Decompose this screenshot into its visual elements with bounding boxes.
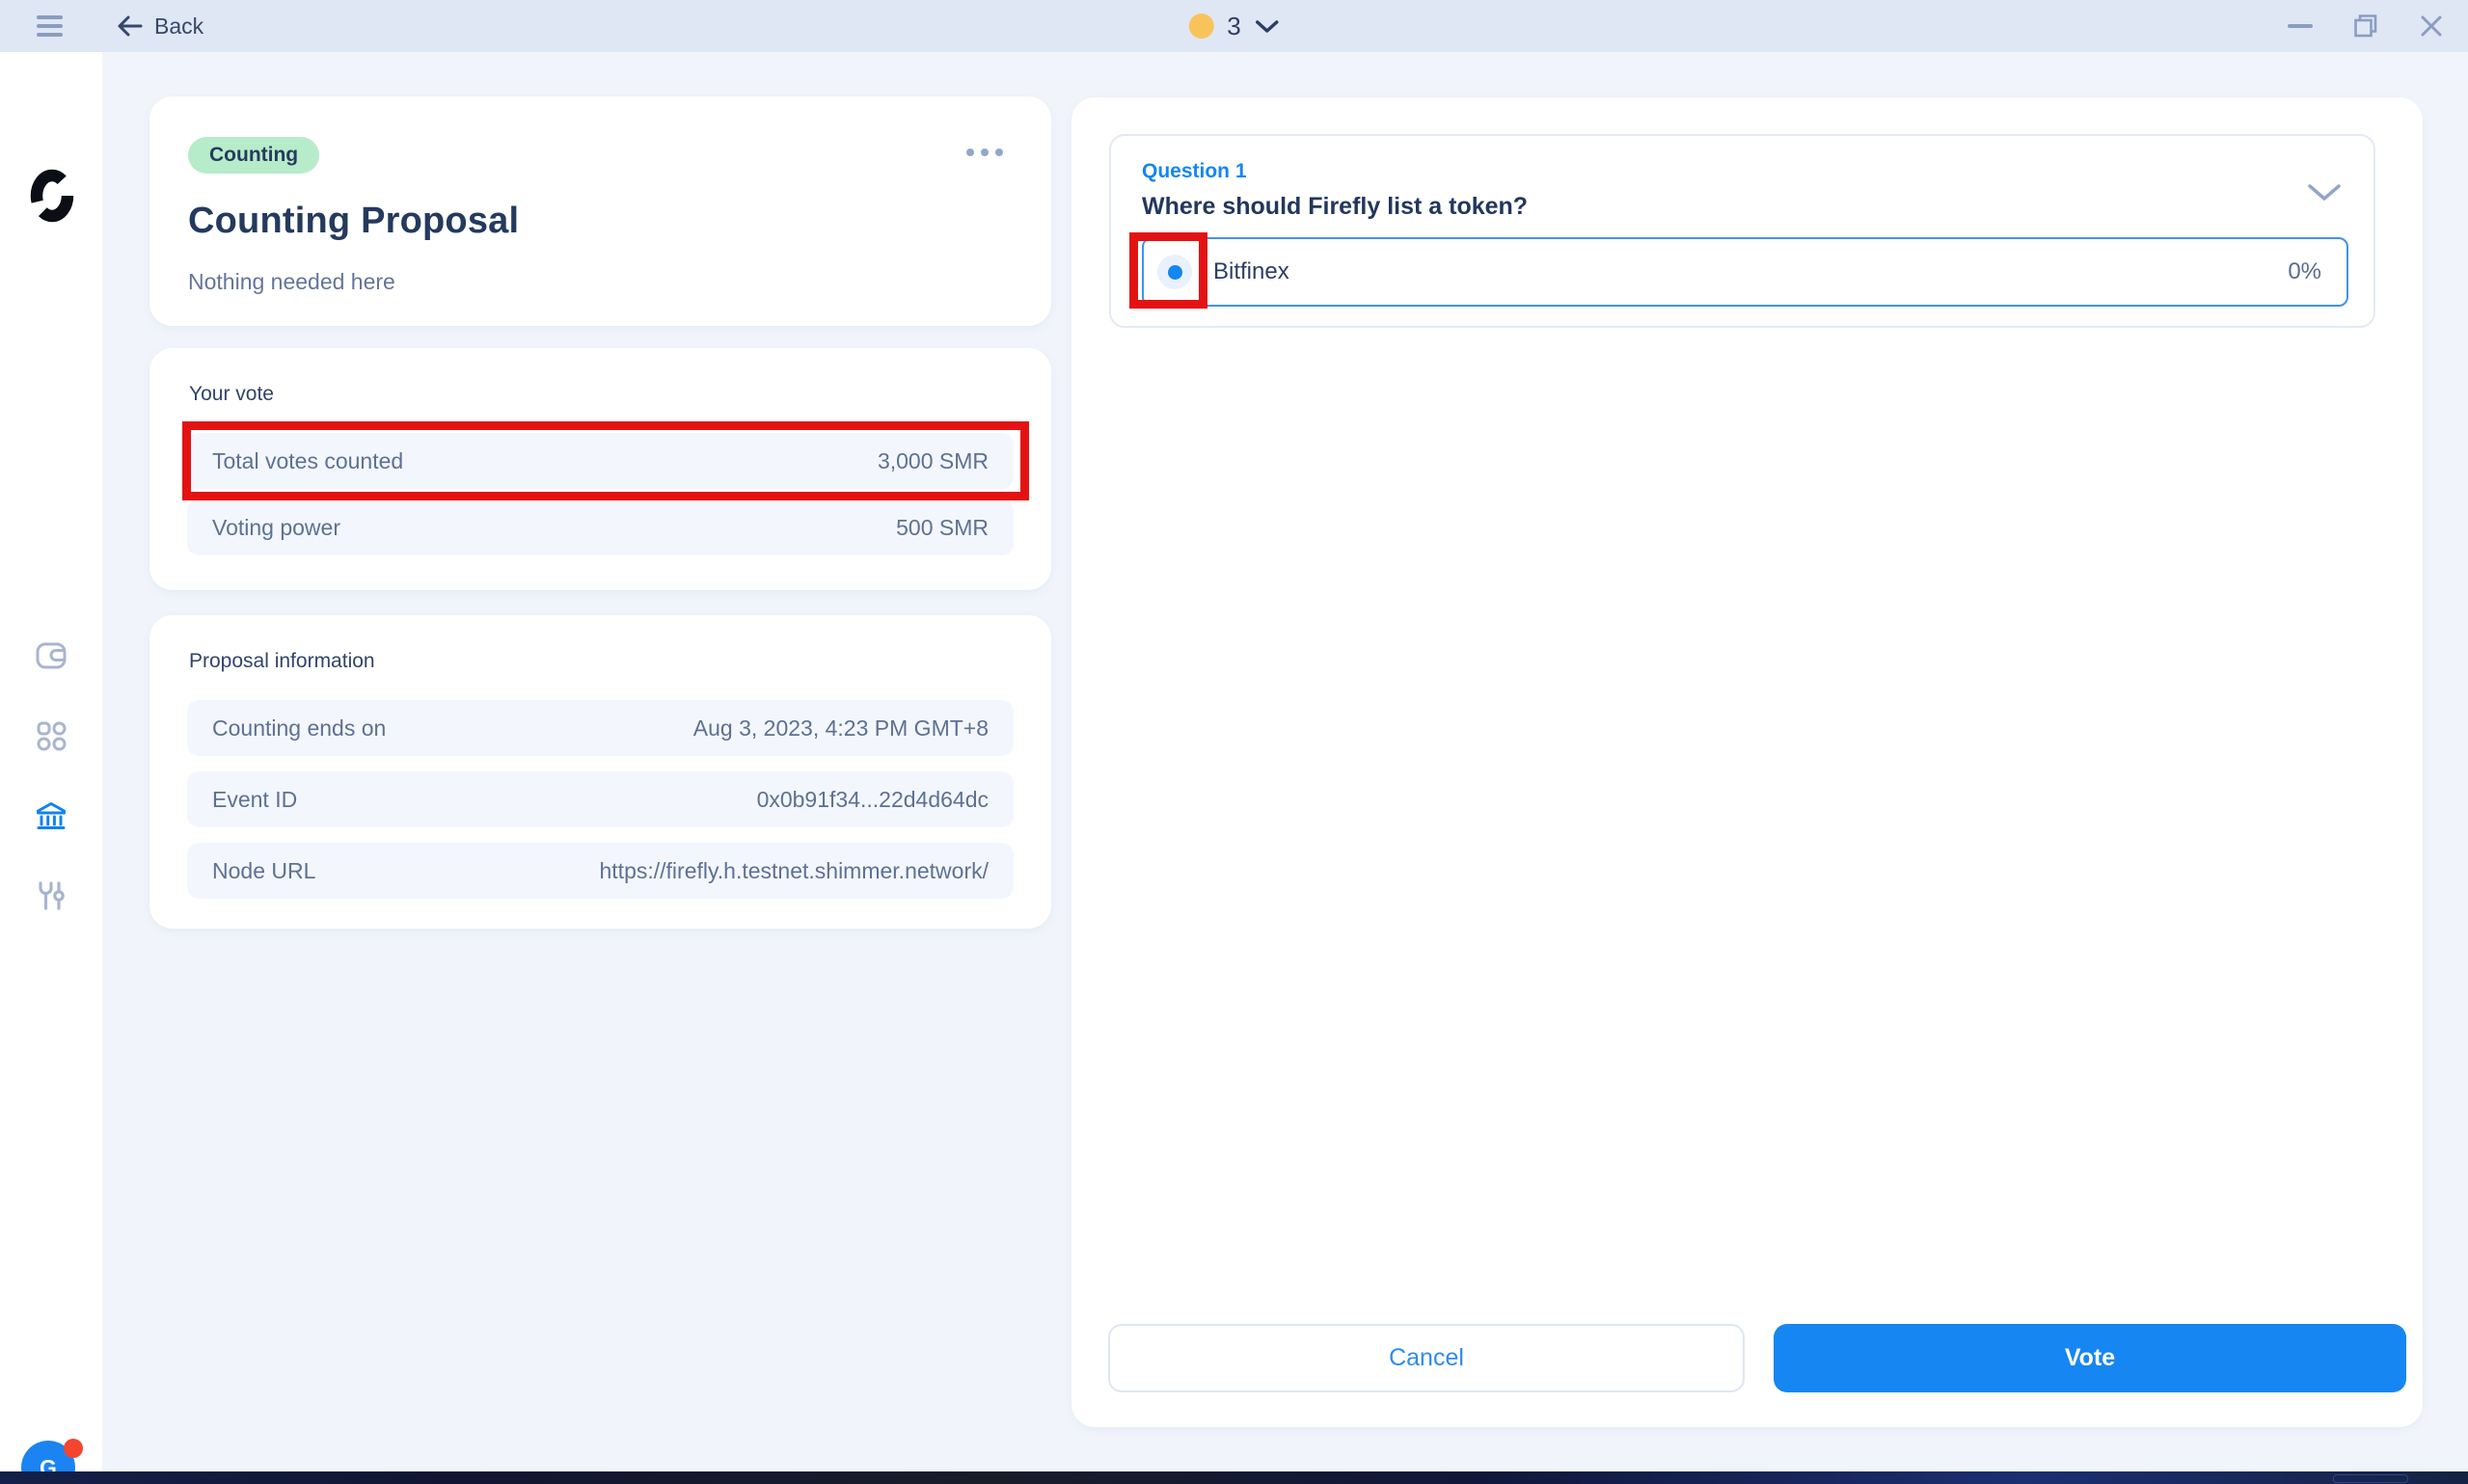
collapse-chevron-icon[interactable] xyxy=(2300,176,2348,209)
row-label: Voting power xyxy=(212,515,340,541)
more-options-button[interactable] xyxy=(963,145,1007,160)
close-button[interactable] xyxy=(2412,7,2451,45)
title-bar: Back 3 xyxy=(0,0,2468,52)
wallet-icon xyxy=(36,641,67,670)
shimmer-logo xyxy=(29,164,75,229)
proposal-summary-card: Counting Counting Proposal Nothing neede… xyxy=(149,96,1051,326)
total-votes-row: Total votes counted 3,000 SMR xyxy=(187,433,1014,489)
answer-option-bitfinex[interactable]: Bitfinex 0% xyxy=(1142,237,2348,307)
question-eyebrow: Question 1 xyxy=(1142,160,2343,183)
sidebar-item-collectibles[interactable] xyxy=(0,709,102,763)
option-percent: 0% xyxy=(2288,258,2321,285)
cancel-button[interactable]: Cancel xyxy=(1108,1324,1745,1392)
row-label: Event ID xyxy=(212,787,297,813)
sidebar-item-settings[interactable] xyxy=(0,869,102,923)
collectibles-grid-icon xyxy=(36,720,67,751)
proposal-description: Nothing needed here xyxy=(188,269,1007,295)
proposal-title: Counting Proposal xyxy=(188,201,1007,242)
back-label: Back xyxy=(154,13,203,40)
profile-switcher[interactable]: 3 xyxy=(1188,0,1279,52)
counting-ends-row: Counting ends on Aug 3, 2023, 4:23 PM GM… xyxy=(187,700,1014,756)
row-value: Aug 3, 2023, 4:23 PM GMT+8 xyxy=(693,715,989,742)
question-accordion[interactable]: Question 1 Where should Firefly list a t… xyxy=(1109,134,2375,328)
row-value: https://firefly.h.testnet.shimmer.networ… xyxy=(600,858,990,884)
back-button[interactable]: Back xyxy=(116,0,203,52)
event-id-row: Event ID 0x0b91f34...22d4d64dc xyxy=(187,771,1014,827)
your-vote-title: Your vote xyxy=(187,383,1014,406)
sidebar-item-wallet[interactable] xyxy=(0,629,102,683)
your-vote-card: Your vote Total votes counted 3,000 SMR … xyxy=(149,348,1051,590)
node-url-row: Node URL https://firefly.h.testnet.shimm… xyxy=(187,843,1014,899)
notification-dot xyxy=(64,1439,83,1458)
restore-button[interactable] xyxy=(2346,7,2385,45)
row-value: 3,000 SMR xyxy=(878,448,989,474)
desktop-taskbar-edge xyxy=(0,1471,2468,1484)
option-label: Bitfinex xyxy=(1213,258,1289,285)
row-label: Counting ends on xyxy=(212,715,386,742)
voting-power-row: Voting power 500 SMR xyxy=(187,499,1014,555)
profile-status-dot xyxy=(1188,13,1213,39)
row-label: Total votes counted xyxy=(212,448,403,474)
radio-selected-icon[interactable] xyxy=(1157,255,1192,289)
status-badge: Counting xyxy=(188,137,319,174)
governance-bank-icon xyxy=(35,799,68,832)
vote-button[interactable]: Vote xyxy=(1774,1324,2406,1392)
sidebar: G xyxy=(0,52,102,1471)
voting-panel: Question 1 Where should Firefly list a t… xyxy=(1071,97,2423,1427)
question-text: Where should Firefly list a token? xyxy=(1142,193,2343,221)
taskbar-item-outline xyxy=(2333,1474,2408,1483)
sidebar-item-governance[interactable] xyxy=(0,789,102,843)
proposal-information-title: Proposal information xyxy=(187,650,1014,673)
profile-number: 3 xyxy=(1227,12,1240,41)
window-controls xyxy=(2281,0,2451,52)
proposal-information-card: Proposal information Counting ends on Au… xyxy=(149,615,1051,929)
back-arrow-icon xyxy=(116,14,143,38)
row-value: 0x0b91f34...22d4d64dc xyxy=(757,787,989,813)
row-value: 500 SMR xyxy=(896,515,989,541)
settings-tools-icon xyxy=(37,880,66,911)
chevron-down-icon xyxy=(1255,18,1280,34)
minimize-button[interactable] xyxy=(2281,7,2319,45)
row-label: Node URL xyxy=(212,858,315,884)
hamburger-menu-icon[interactable] xyxy=(37,13,66,39)
